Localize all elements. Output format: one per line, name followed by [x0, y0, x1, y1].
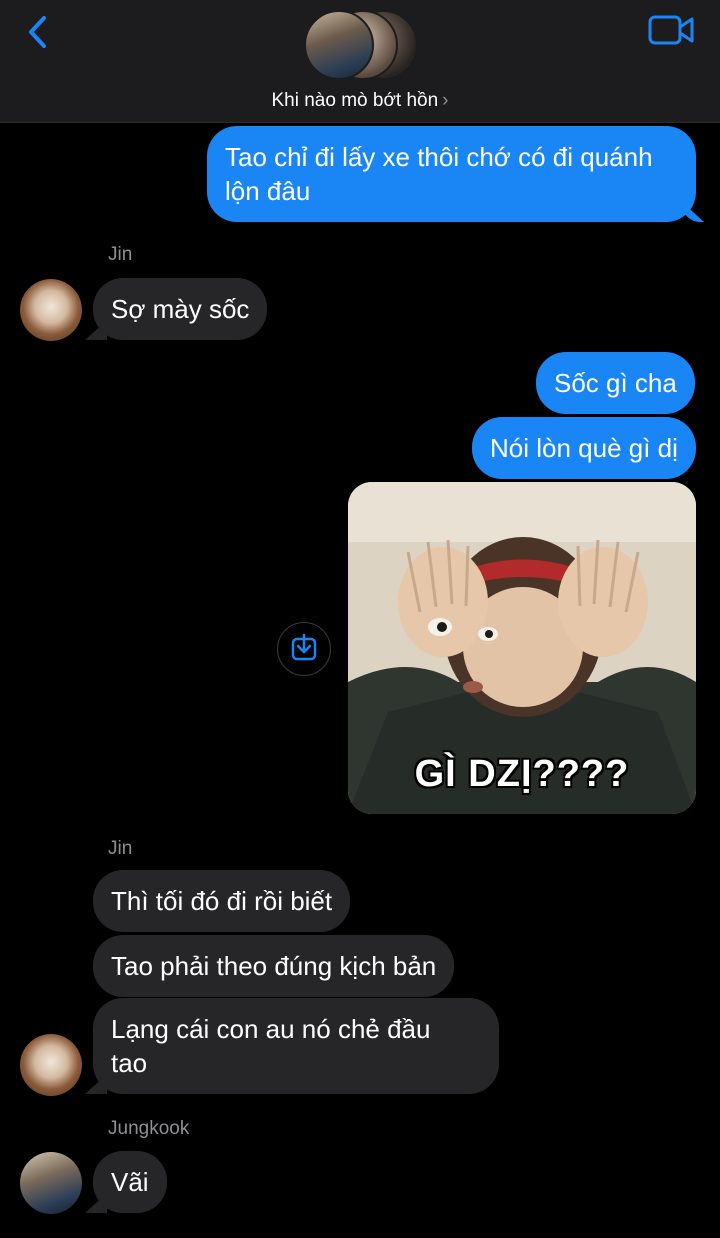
received-message[interactable]: Tao phải theo đúng kịch bản — [93, 935, 455, 997]
jin-avatar[interactable] — [20, 279, 82, 341]
group-avatar[interactable] — [304, 10, 418, 82]
sender-name: Jungkook — [108, 1118, 190, 1139]
member-avatar — [304, 10, 374, 80]
sent-message[interactable]: Tao chỉ đi lấy xe thôi chớ có đi quánh l… — [207, 126, 696, 222]
sent-message[interactable]: Sốc gì cha — [536, 352, 695, 414]
received-message[interactable]: Thì tối đó đi rồi biết — [93, 870, 351, 932]
meme-caption: GÌ DZỊ???? — [414, 753, 630, 795]
sender-name: Jin — [108, 244, 133, 265]
message-text: Vãi — [111, 1167, 149, 1197]
message-text: Sợ mày sốc — [111, 294, 250, 324]
jin-avatar[interactable] — [20, 1034, 82, 1096]
save-image-button[interactable] — [277, 622, 331, 676]
received-message[interactable]: Lạng cái con au nó chẻ đầu tao — [93, 998, 499, 1094]
save-download-icon — [291, 633, 317, 661]
message-line: tao — [111, 1048, 148, 1078]
message-text: Thì tối đó đi rồi biết — [111, 886, 333, 916]
video-call-button[interactable] — [648, 14, 696, 48]
chevron-left-icon — [29, 16, 46, 48]
group-name: Khi nào mò bớt hồn — [271, 90, 439, 111]
video-camera-icon — [648, 15, 694, 45]
sender-name: Jin — [108, 838, 133, 859]
received-message[interactable]: Sợ mày sốc — [93, 278, 268, 340]
chat-header: Khi nào mò bớt hồn › — [0, 0, 720, 123]
received-message[interactable]: Vãi — [93, 1151, 167, 1213]
group-name-button[interactable]: Khi nào mò bớt hồn › — [0, 90, 720, 112]
message-text: Nói lòn què gì dị — [490, 433, 678, 463]
message-text: Tao phải theo đúng kịch bản — [111, 951, 437, 981]
message-line: lộn đâu — [225, 176, 311, 206]
image-message[interactable]: GÌ DZỊ???? — [348, 482, 696, 814]
back-button[interactable] — [22, 12, 56, 52]
message-line: Tao chỉ đi lấy xe thôi chớ có đi quánh — [225, 142, 653, 172]
sent-message[interactable]: Nói lòn què gì dị — [472, 417, 696, 479]
chevron-right-icon: › — [442, 90, 449, 111]
message-line: Lạng cái con au nó chẻ đầu — [111, 1014, 431, 1044]
message-text: Sốc gì cha — [554, 368, 677, 398]
jungkook-avatar[interactable] — [20, 1152, 82, 1214]
